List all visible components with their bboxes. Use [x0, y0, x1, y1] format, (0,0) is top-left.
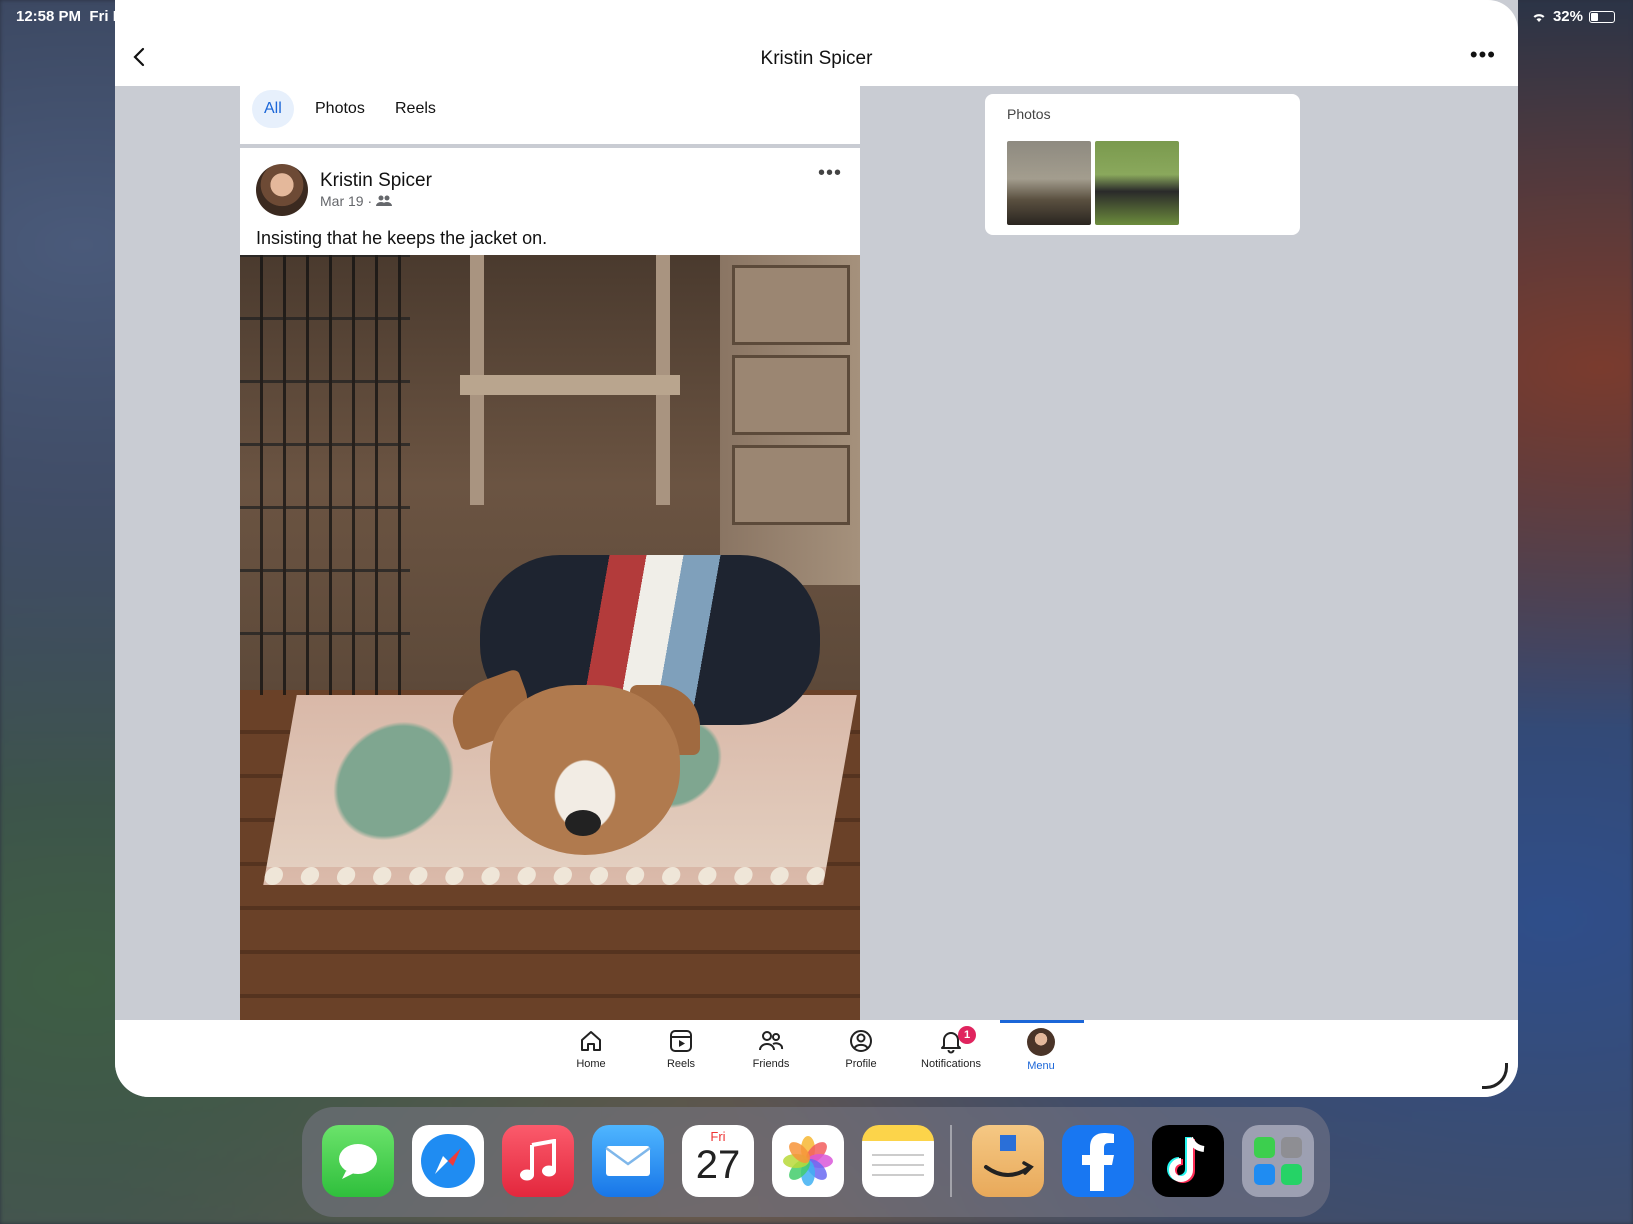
- calendar-date: 27: [695, 1143, 741, 1187]
- bottom-nav: Home Reels Friends Profile 1 Notificatio…: [115, 1020, 1518, 1097]
- envelope-icon: [605, 1146, 651, 1176]
- dock-music[interactable]: [502, 1125, 574, 1197]
- window-resize-handle[interactable]: [1482, 1063, 1508, 1089]
- dock-safari[interactable]: [412, 1125, 484, 1197]
- tiktok-icon: [1167, 1136, 1205, 1183]
- app-header: Kristin Spicer •••: [115, 0, 1518, 86]
- compass-icon: [421, 1134, 475, 1188]
- photo-dresser: [720, 255, 860, 585]
- profile-icon: [850, 1030, 872, 1052]
- app-library-icon: [1254, 1137, 1302, 1185]
- photos-flower-icon: [783, 1136, 833, 1186]
- tab-photos[interactable]: Photos: [303, 90, 377, 128]
- active-tab-indicator: [1000, 1020, 1084, 1023]
- wifi-icon: [1533, 13, 1545, 22]
- dock-messages[interactable]: [322, 1125, 394, 1197]
- nav-menu[interactable]: Menu: [996, 1028, 1086, 1072]
- friends-icon: [759, 1031, 784, 1051]
- battery-icon: [1589, 10, 1615, 23]
- dock-amazon[interactable]: [972, 1125, 1044, 1197]
- reels-icon: [670, 1030, 692, 1052]
- more-options-button[interactable]: •••: [1470, 44, 1496, 66]
- amazon-smile-icon: [984, 1135, 1034, 1177]
- photo-dog-nose: [565, 810, 601, 836]
- nav-reels[interactable]: Reels: [636, 1028, 726, 1070]
- dock-mail[interactable]: [592, 1125, 664, 1197]
- post-date: Mar 19 ·: [320, 193, 373, 209]
- page-title: Kristin Spicer: [760, 48, 873, 69]
- photos-card: Photos: [985, 94, 1300, 235]
- nav-label: Profile: [845, 1058, 877, 1070]
- dock-photos[interactable]: [772, 1125, 844, 1197]
- nav-label: Menu: [1027, 1060, 1055, 1072]
- battery-percent: 32%: [1552, 8, 1583, 25]
- nav-home[interactable]: Home: [546, 1028, 636, 1070]
- messages-icon: [339, 1144, 377, 1179]
- post-more-button[interactable]: •••: [818, 162, 842, 185]
- facebook-icon: [1082, 1133, 1114, 1191]
- photo-crate: [240, 255, 410, 695]
- dock-separator: [950, 1125, 952, 1197]
- nav-friends[interactable]: Friends: [726, 1028, 816, 1070]
- post-photo[interactable]: [240, 255, 860, 1020]
- menu-avatar: [1027, 1028, 1055, 1056]
- photos-card-title: Photos: [1007, 106, 1051, 122]
- nav-label: Friends: [752, 1058, 790, 1070]
- status-time: 12:58 PM Fri M: [16, 8, 126, 25]
- dock-calendar[interactable]: Fri 27: [682, 1125, 754, 1197]
- dock-app-library[interactable]: [1242, 1125, 1314, 1197]
- nav-notifications[interactable]: 1 Notifications: [906, 1026, 996, 1070]
- nav-label: Reels: [666, 1058, 696, 1070]
- calendar-day: Fri: [710, 1129, 726, 1144]
- nav-label: Notifications: [921, 1058, 981, 1070]
- filter-tabs: All Photos Reels: [240, 86, 860, 146]
- facebook-app-window: Kristin Spicer ••• All Photos Reels Kris…: [115, 0, 1518, 1097]
- dock-tiktok[interactable]: [1152, 1125, 1224, 1197]
- nav-profile[interactable]: Profile: [816, 1028, 906, 1070]
- notification-badge: 1: [958, 1026, 976, 1044]
- feed-column: All Photos Reels Kristin Spicer Mar 19 ·…: [240, 86, 860, 1020]
- post-text: Insisting that he keeps the jacket on.: [256, 228, 548, 248]
- dock: Fri 27: [302, 1107, 1330, 1217]
- photo-chair-seat: [460, 375, 680, 395]
- status-right: 32%: [1531, 8, 1615, 25]
- post-meta: Mar 19 ·: [320, 193, 393, 209]
- nav-label: Home: [576, 1058, 606, 1070]
- post-card: Kristin Spicer Mar 19 · ••• Insisting th…: [240, 148, 860, 1020]
- post-author[interactable]: Kristin Spicer: [320, 170, 432, 192]
- home-icon: [581, 1031, 601, 1051]
- friends-icon: [376, 195, 393, 206]
- photo-thumbnail[interactable]: [1095, 141, 1179, 225]
- tab-reels[interactable]: Reels: [383, 90, 448, 128]
- photo-thumbnail[interactable]: [1007, 141, 1091, 225]
- tab-all[interactable]: All: [252, 90, 294, 128]
- author-avatar[interactable]: [256, 164, 308, 216]
- notes-icon: [872, 1154, 924, 1176]
- dock-facebook[interactable]: [1062, 1125, 1134, 1197]
- dock-notes[interactable]: [862, 1125, 934, 1197]
- music-note-icon: [520, 1139, 556, 1181]
